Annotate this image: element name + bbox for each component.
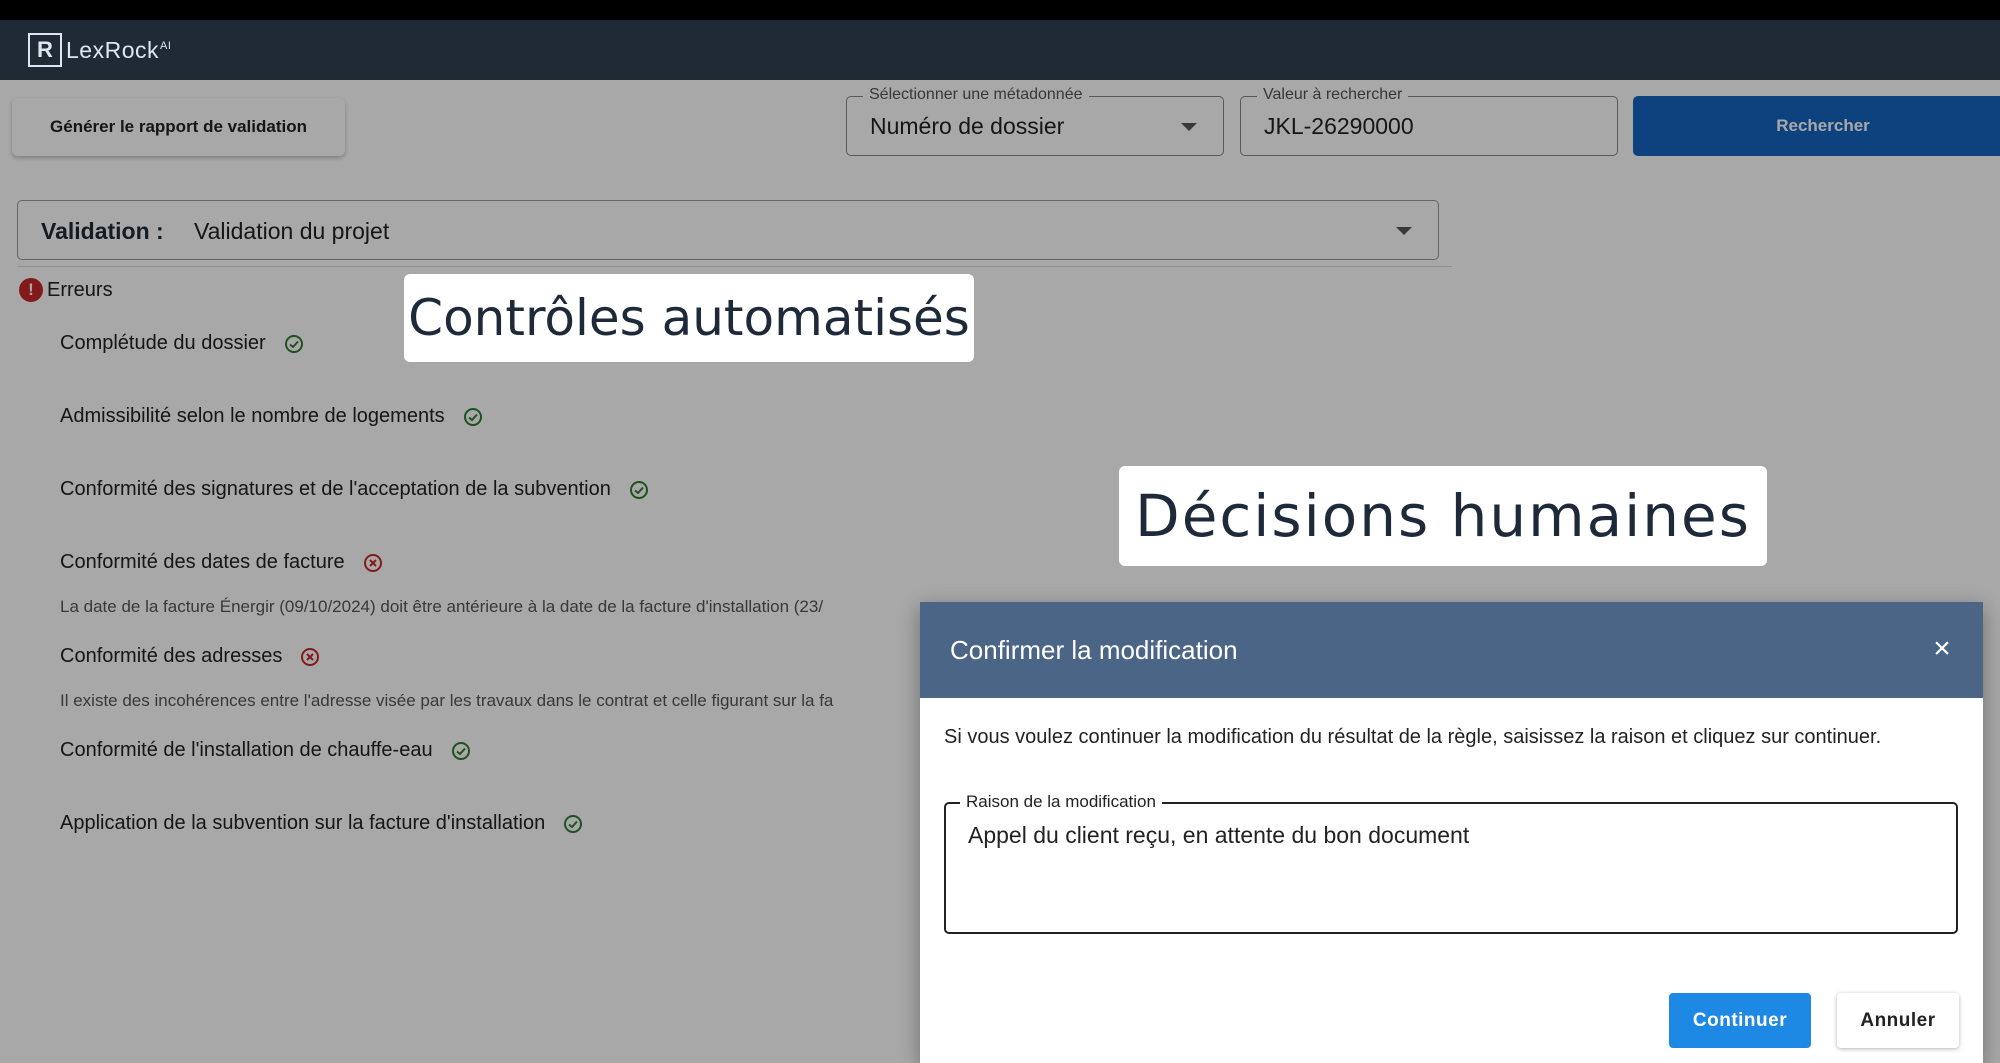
dialog-header: Confirmer la modification × — [920, 602, 1983, 698]
reason-label: Raison de la modification — [960, 792, 1162, 812]
reason-value: Appel du client reçu, en attente du bon … — [968, 822, 1470, 848]
logo-mark-icon: R — [28, 33, 62, 67]
cancel-button[interactable]: Annuler — [1837, 993, 1959, 1048]
main-content: Générer le rapport de validation Sélecti… — [0, 80, 2000, 1063]
app-logo[interactable]: R LexRockAI — [28, 33, 171, 67]
reason-textarea[interactable]: Raison de la modification Appel du clien… — [944, 792, 1958, 934]
dialog-message: Si vous voulez continuer la modification… — [944, 726, 1882, 748]
logo-name: LexRock — [66, 36, 159, 63]
continue-button[interactable]: Continuer — [1669, 993, 1811, 1048]
logo-text: LexRockAI — [66, 37, 171, 64]
top-black-bar — [0, 0, 2000, 20]
confirm-modification-dialog: Confirmer la modification × Si vous voul… — [920, 602, 1983, 1063]
dialog-title: Confirmer la modification — [950, 634, 1238, 665]
app-bar: R LexRockAI — [0, 20, 2000, 80]
caption-human-decisions: Décisions humaines — [1119, 466, 1767, 566]
close-icon[interactable]: × — [1925, 632, 1959, 666]
caption-automated-controls: Contrôles automatisés — [404, 274, 974, 362]
logo-superscript: AI — [159, 39, 172, 52]
